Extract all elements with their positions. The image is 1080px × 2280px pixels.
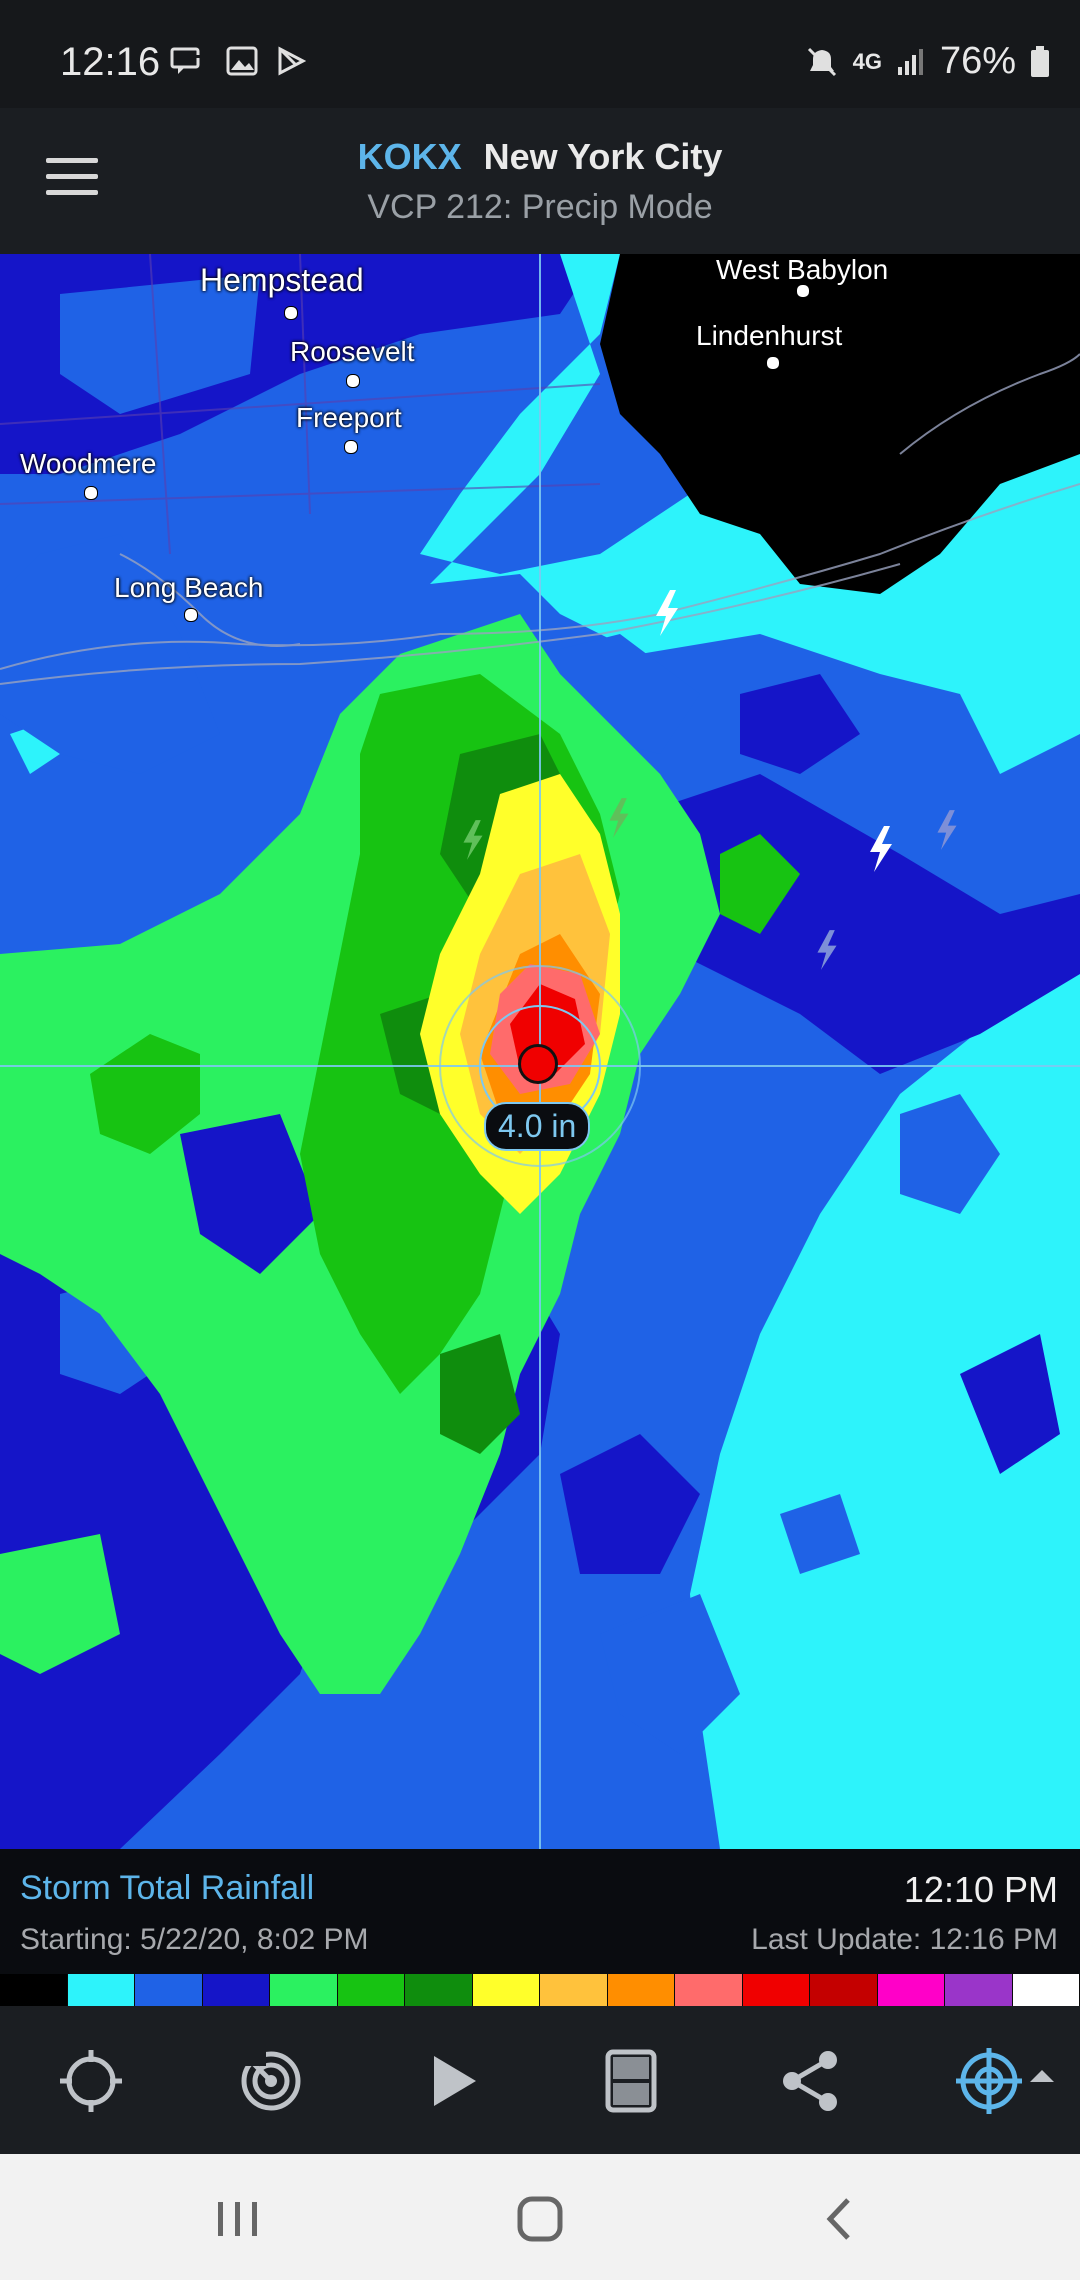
locate-button[interactable] (56, 2046, 126, 2116)
radar-icon (236, 2046, 301, 2111)
mute-icon (807, 47, 836, 76)
play-icon (434, 2056, 476, 2106)
back-icon (826, 2198, 850, 2240)
product-time: 12:10 PM (903, 1869, 1058, 1910)
lightning-icon (937, 810, 957, 850)
image-icon (226, 46, 258, 76)
place-hempstead: Hempstead (200, 262, 364, 298)
legend-swatch (270, 1974, 338, 2006)
legend-swatch (675, 1974, 743, 2006)
radar-map[interactable]: Hempstead Roosevelt Freeport Woodmere Lo… (0, 254, 1080, 1849)
place-lindenhurst: Lindenhurst (696, 320, 843, 351)
radar-button[interactable] (236, 2046, 306, 2116)
legend-swatch (877, 1974, 945, 2006)
legend-swatch (607, 1974, 675, 2006)
last-update: Last Update: 12:16 PM (751, 1923, 1058, 1956)
legend-swatch (945, 1974, 1013, 2006)
place-freeport: Freeport (296, 402, 402, 433)
legend-swatch (67, 1974, 135, 2006)
probe-value: 4.0 in (484, 1102, 591, 1151)
play-button[interactable] (418, 2046, 488, 2116)
lightning-icon (609, 798, 629, 838)
place-dot (344, 440, 358, 454)
lightning-icon (463, 820, 483, 860)
color-legend (0, 1974, 1080, 2006)
layout-icon (605, 2049, 657, 2113)
place-dot (766, 356, 780, 370)
place-dot (346, 374, 360, 388)
lightning-icon (870, 826, 892, 872)
layout-button[interactable] (596, 2046, 666, 2116)
battery-icon (1031, 45, 1049, 77)
place-dot (84, 486, 98, 500)
message-icon (170, 47, 206, 74)
notification-icons (170, 46, 306, 78)
legend-swatch (540, 1974, 608, 2006)
legend-swatch (0, 1974, 68, 2006)
product-start: Starting: 5/22/20, 8:02 PM (20, 1923, 369, 1956)
legend-swatch (202, 1974, 270, 2006)
android-nav-bar (0, 2154, 1080, 2280)
place-roosevelt: Roosevelt (290, 336, 415, 367)
locate-icon (60, 2050, 122, 2112)
product-info-panel: Storm Total Rainfall Starting: 5/22/20, … (0, 1849, 1080, 1974)
recents-button[interactable] (208, 2194, 268, 2244)
share-button[interactable] (776, 2046, 846, 2116)
legend-swatch (742, 1974, 810, 2006)
back-button[interactable] (812, 2194, 872, 2244)
probe-marker[interactable] (518, 1044, 558, 1084)
legend-swatch (405, 1974, 473, 2006)
recents-icon (218, 2202, 257, 2236)
legend-swatch (135, 1974, 203, 2006)
place-west-babylon: West Babylon (716, 254, 889, 285)
product-name[interactable]: Storm Total Rainfall (20, 1869, 314, 1908)
place-dot (184, 608, 198, 622)
legend-swatch (1012, 1974, 1080, 2006)
place-dot (796, 284, 810, 298)
crosshair-icon (956, 2048, 1054, 2114)
crosshair-button[interactable] (954, 2046, 1064, 2116)
home-button[interactable] (510, 2194, 570, 2244)
lightning-icon (656, 590, 678, 636)
header-title[interactable]: KOKX New York City (0, 136, 1080, 178)
play-store-icon (278, 46, 306, 76)
share-icon (783, 2051, 837, 2111)
lightning-icon (817, 930, 837, 970)
network-indicator: 4G (852, 48, 882, 74)
scan-mode: VCP 212: Precip Mode (367, 188, 713, 226)
app-header: KOKX New York City VCP 212: Precip Mode (0, 108, 1080, 254)
station-city[interactable]: New York City (484, 136, 723, 177)
status-time: 12:16 (60, 40, 161, 84)
place-dot (284, 306, 298, 320)
battery-percent: 76% (939, 40, 1016, 82)
status-bar: 12:16 4G 76% (0, 0, 1080, 108)
legend-swatch (810, 1974, 878, 2006)
station-id[interactable]: KOKX (358, 136, 462, 177)
legend-swatch (337, 1974, 405, 2006)
place-woodmere: Woodmere (20, 448, 157, 479)
system-icons: 4G 76% (805, 40, 1050, 83)
bottom-toolbar (0, 2006, 1080, 2154)
legend-swatch (472, 1974, 540, 2006)
place-long-beach: Long Beach (114, 572, 264, 603)
signal-icon (897, 48, 923, 75)
home-icon (517, 2196, 563, 2242)
